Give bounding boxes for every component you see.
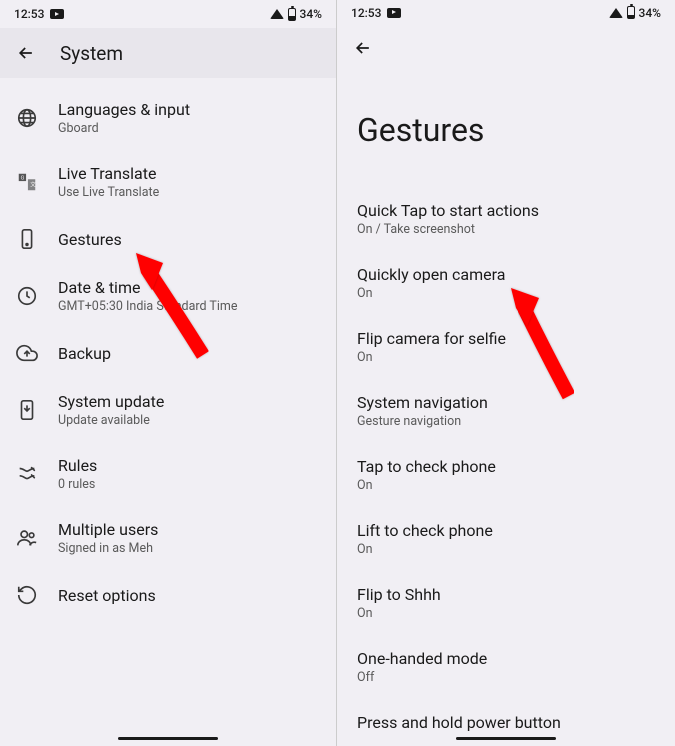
item-sublabel: On: [357, 478, 496, 493]
item-sublabel: Gesture navigation: [357, 414, 488, 429]
item-label: Backup: [58, 344, 111, 363]
status-bar: 12:53 34%: [0, 0, 336, 28]
update-icon: [16, 399, 38, 421]
youtube-notification-icon: [387, 8, 401, 18]
item-sublabel: Use Live Translate: [58, 185, 159, 200]
touch-icon: [16, 228, 38, 250]
users-icon: [16, 527, 38, 549]
header-bar: [337, 25, 675, 71]
clock-icon: [16, 285, 38, 307]
item-label: Rules: [58, 456, 97, 475]
item-sublabel: On: [357, 606, 441, 621]
item-sublabel: On: [357, 350, 506, 365]
header-bar: System: [0, 28, 336, 78]
settings-item-languages[interactable]: Languages & input Gboard: [0, 86, 336, 150]
gestures-settings-screen: 12:53 34% Gestures Quick Tap to start ac…: [337, 0, 675, 746]
item-label: Flip camera for selfie: [357, 329, 506, 348]
svg-text:G: G: [21, 175, 25, 181]
backup-icon: [16, 342, 38, 364]
settings-item-backup[interactable]: Backup: [0, 328, 336, 378]
gestures-list: Quick Tap to start actions On / Take scr…: [337, 179, 675, 746]
item-sublabel: Gboard: [58, 121, 190, 136]
status-time: 12:53: [14, 7, 44, 21]
battery-icon: [627, 6, 635, 19]
item-label: Quick Tap to start actions: [357, 201, 539, 220]
rules-icon: [16, 463, 38, 485]
item-label: System navigation: [357, 393, 488, 412]
gesture-item-onehanded[interactable]: One-handed mode Off: [337, 635, 675, 699]
settings-item-translate[interactable]: G文 Live Translate Use Live Translate: [0, 150, 336, 214]
item-sublabel: On: [357, 542, 493, 557]
gesture-item-camera[interactable]: Quickly open camera On: [337, 251, 675, 315]
wifi-icon: [609, 8, 623, 18]
settings-item-datetime[interactable]: Date & time GMT+05:30 India Standard Tim…: [0, 264, 336, 328]
page-title: System: [60, 42, 123, 65]
settings-item-update[interactable]: System update Update available: [0, 378, 336, 442]
back-button[interactable]: [353, 38, 373, 58]
globe-icon: [16, 107, 38, 129]
gesture-item-quicktap[interactable]: Quick Tap to start actions On / Take scr…: [337, 187, 675, 251]
item-label: Tap to check phone: [357, 457, 496, 476]
battery-icon: [288, 8, 296, 21]
gesture-item-navigation[interactable]: System navigation Gesture navigation: [337, 379, 675, 443]
nav-indicator[interactable]: [456, 737, 556, 740]
item-label: Flip to Shhh: [357, 585, 441, 604]
item-label: Quickly open camera: [357, 265, 505, 284]
item-sublabel: Off: [357, 670, 487, 685]
gesture-item-lift-check[interactable]: Lift to check phone On: [337, 507, 675, 571]
settings-list: Languages & input Gboard G文 Live Transla…: [0, 78, 336, 620]
reset-icon: [16, 584, 38, 606]
item-label: Reset options: [58, 586, 156, 605]
gesture-item-flip-shhh[interactable]: Flip to Shhh On: [337, 571, 675, 635]
nav-indicator[interactable]: [118, 737, 218, 740]
status-time: 12:53: [351, 6, 381, 20]
item-label: Lift to check phone: [357, 521, 493, 540]
status-bar: 12:53 34%: [337, 0, 675, 25]
settings-item-rules[interactable]: Rules 0 rules: [0, 442, 336, 506]
settings-item-reset[interactable]: Reset options: [0, 570, 336, 620]
item-sublabel: Signed in as Meh: [58, 541, 158, 556]
item-label: Press and hold power button: [357, 713, 561, 732]
gesture-item-tap-check[interactable]: Tap to check phone On: [337, 443, 675, 507]
item-label: One-handed mode: [357, 649, 487, 668]
battery-percentage: 34%: [300, 7, 322, 21]
item-label: System update: [58, 392, 164, 411]
item-sublabel: On: [357, 286, 505, 301]
settings-item-gestures[interactable]: Gestures: [0, 214, 336, 264]
back-button[interactable]: [16, 43, 36, 63]
item-label: Gestures: [58, 230, 122, 249]
svg-text:文: 文: [30, 181, 36, 189]
wifi-icon: [270, 9, 284, 19]
battery-percentage: 34%: [639, 6, 661, 20]
translate-icon: G文: [16, 171, 38, 193]
page-title: Gestures: [337, 71, 675, 179]
item-label: Multiple users: [58, 520, 158, 539]
item-label: Languages & input: [58, 100, 190, 119]
youtube-notification-icon: [50, 9, 64, 19]
item-label: Date & time: [58, 278, 238, 297]
settings-item-users[interactable]: Multiple users Signed in as Meh: [0, 506, 336, 570]
item-sublabel: On / Take screenshot: [357, 222, 539, 237]
item-label: Live Translate: [58, 164, 159, 183]
item-sublabel: 0 rules: [58, 477, 97, 492]
item-sublabel: Update available: [58, 413, 164, 428]
item-sublabel: GMT+05:30 India Standard Time: [58, 299, 238, 314]
system-settings-screen: 12:53 34% System Languages & input Gboar…: [0, 0, 337, 746]
gesture-item-flip-camera[interactable]: Flip camera for selfie On: [337, 315, 675, 379]
